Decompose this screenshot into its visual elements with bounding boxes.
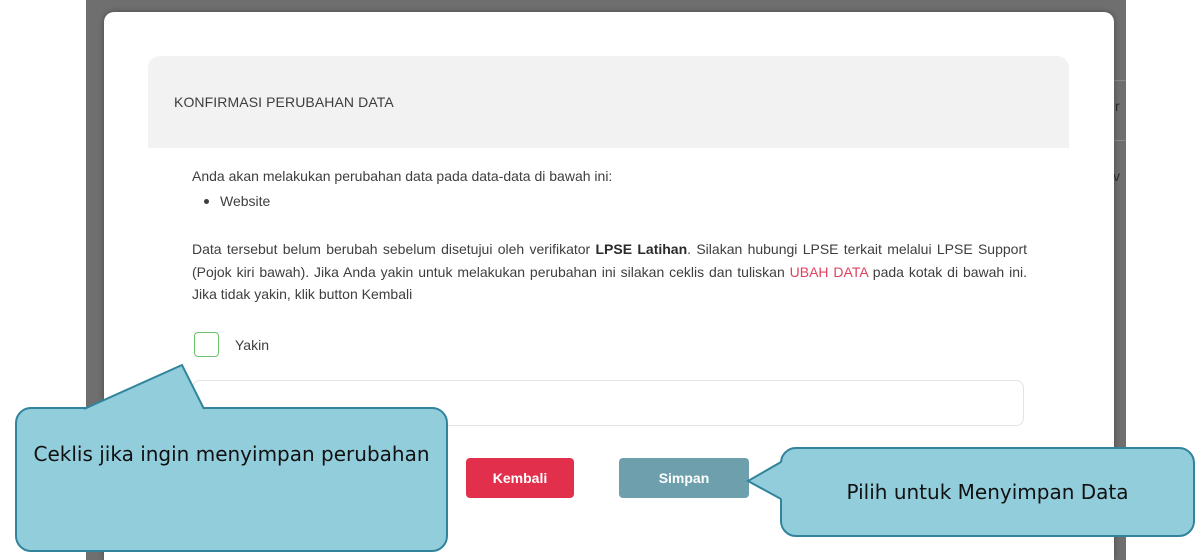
checkbox-callout: Ceklis jika ingin menyimpan perubahan: [15, 407, 448, 552]
back-button[interactable]: Kembali: [466, 458, 574, 498]
backdrop-divider: [1114, 140, 1126, 141]
dialog-title: KONFIRMASI PERUBAHAN DATA: [174, 94, 394, 110]
yakin-checkbox-label[interactable]: Yakin: [235, 337, 269, 353]
backdrop-text-fragment: v: [1113, 168, 1120, 184]
instruction-text: Data tersebut belum berubah sebelum dise…: [192, 241, 596, 257]
confirm-checkbox-row: Yakin: [194, 332, 269, 357]
confirm-keyword: UBAH DATA: [789, 263, 868, 280]
dialog-intro-text: Anda akan melakukan perubahan data pada …: [192, 168, 613, 184]
save-callout-text: Pilih untuk Menyimpan Data: [846, 479, 1129, 504]
save-button[interactable]: Simpan: [619, 458, 749, 498]
backdrop-text-fragment: r: [1115, 98, 1120, 114]
backdrop-divider: [1114, 80, 1126, 81]
instruction-paragraph: Data tersebut belum berubah sebelum dise…: [192, 238, 1027, 306]
changed-item-label: Website: [220, 193, 271, 209]
bullet-icon: [204, 198, 209, 204]
verifier-name: LPSE Latihan: [595, 241, 688, 257]
save-callout: Pilih untuk Menyimpan Data: [780, 447, 1195, 537]
checkbox-callout-text: Ceklis jika ingin menyimpan perubahan: [33, 442, 430, 466]
yakin-checkbox[interactable]: [194, 332, 219, 357]
changed-item: Website: [204, 193, 270, 209]
dialog-header: KONFIRMASI PERUBAHAN DATA: [148, 56, 1069, 148]
